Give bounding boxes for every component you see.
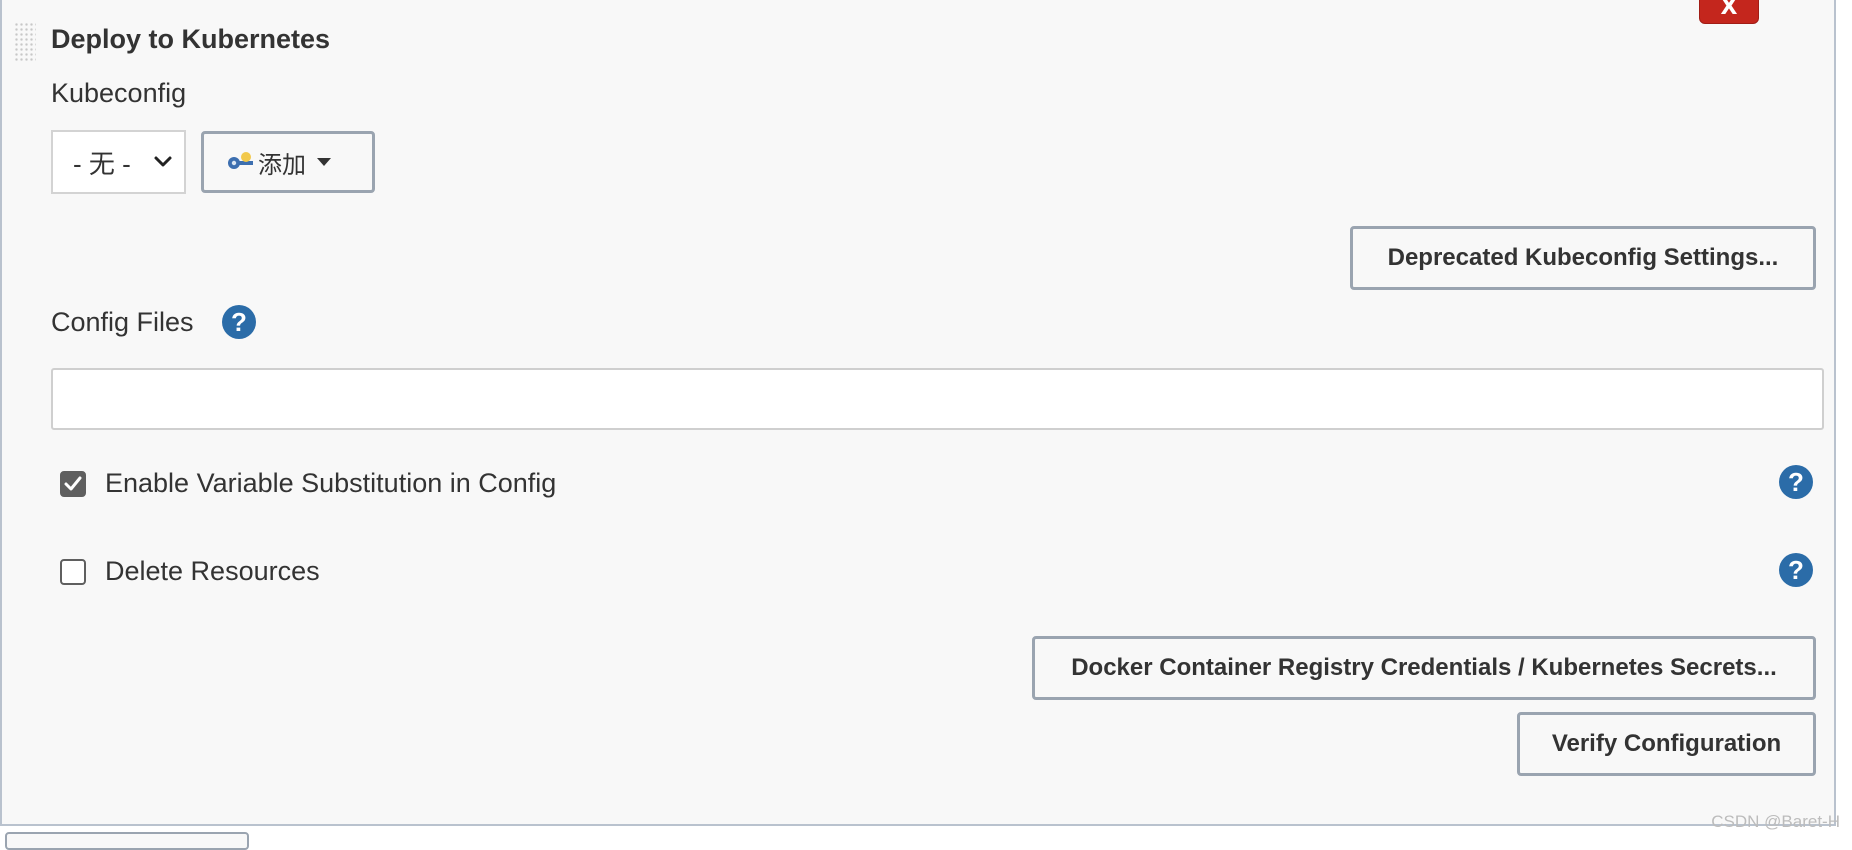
next-section-tab[interactable] — [5, 832, 249, 850]
verify-configuration-button[interactable]: Verify Configuration — [1517, 712, 1816, 776]
checkmark-icon — [64, 476, 82, 491]
enable-variable-substitution-label[interactable]: Enable Variable Substitution in Config — [105, 468, 556, 499]
enable-variable-substitution-checkbox[interactable] — [60, 471, 86, 497]
delete-resources-checkbox[interactable] — [60, 559, 86, 585]
kubeconfig-select[interactable]: - 无 - — [51, 130, 186, 194]
key-icon — [228, 152, 253, 169]
kubeconfig-label: Kubeconfig — [51, 78, 187, 108]
deploy-kubernetes-panel: X Deploy to Kubernetes Kubeconfig - 无 - … — [0, 0, 1836, 826]
drag-handle[interactable] — [14, 22, 36, 62]
chevron-down-icon — [154, 156, 172, 167]
section-title: Deploy to Kubernetes — [51, 24, 331, 54]
add-credentials-button[interactable]: 添加 — [201, 131, 375, 193]
delete-resources-label[interactable]: Delete Resources — [105, 556, 320, 587]
deprecated-kubeconfig-settings-button[interactable]: Deprecated Kubeconfig Settings... — [1350, 226, 1816, 290]
docker-registry-credentials-button[interactable]: Docker Container Registry Credentials / … — [1032, 636, 1816, 700]
caret-down-icon — [317, 158, 331, 166]
config-files-label: Config Files — [51, 307, 194, 337]
help-icon[interactable]: ? — [1779, 553, 1813, 587]
help-icon[interactable]: ? — [1779, 465, 1813, 499]
config-files-input[interactable] — [51, 368, 1824, 430]
add-button-label: 添加 — [258, 151, 306, 179]
watermark: CSDN @Baret-H — [1711, 812, 1840, 831]
help-icon[interactable]: ? — [222, 305, 256, 339]
close-section-button[interactable]: X — [1699, 0, 1759, 24]
kubeconfig-selected-value: - 无 - — [73, 148, 131, 179]
